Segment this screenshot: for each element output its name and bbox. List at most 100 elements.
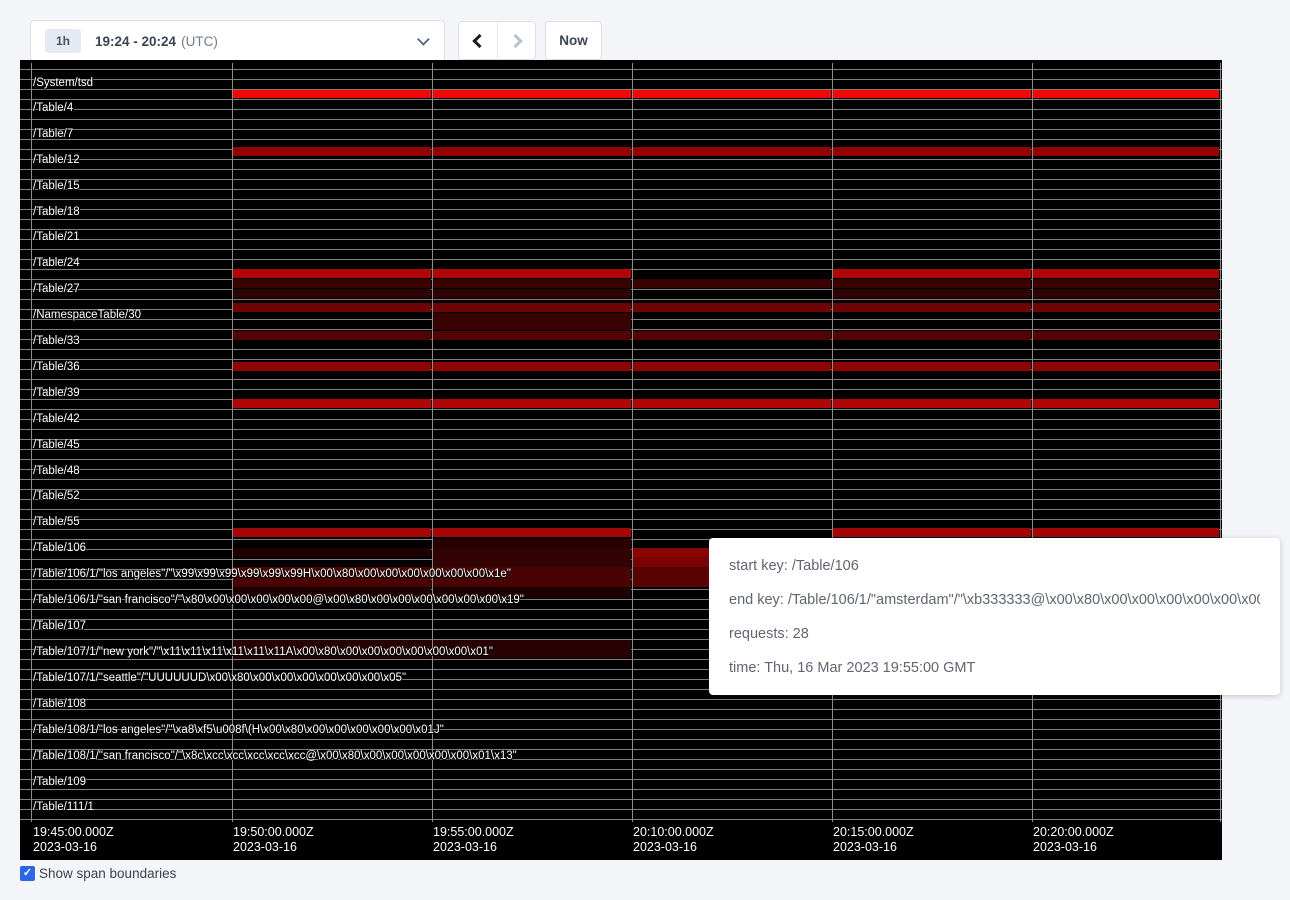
heat-band[interactable]: [833, 303, 1031, 312]
heat-band[interactable]: [433, 303, 631, 312]
toolbar: 1h 19:24 - 20:24 (UTC) Now: [0, 0, 1290, 60]
axis-tick-time: 19:45:00.000Z: [33, 825, 114, 840]
span-boundary-label: /Table/52: [33, 490, 80, 503]
span-boundary-label: /Table/107/1/"new york"/"\x11\x11\x11\x1…: [33, 646, 493, 659]
tooltip-start-key: start key: /Table/106: [729, 549, 1260, 583]
heat-band[interactable]: [233, 90, 431, 98]
axis-tick-date: 2023-03-16: [633, 840, 714, 855]
heat-band[interactable]: [1033, 528, 1219, 537]
span-boundary-label: /Table/106: [33, 542, 86, 555]
axis-tick: 19:50:00.000Z2023-03-16: [233, 825, 314, 855]
heat-band[interactable]: [833, 289, 1031, 298]
heat-band[interactable]: [633, 331, 831, 340]
span-boundary-label: /Table/111/1: [33, 801, 94, 814]
heat-band[interactable]: [233, 399, 431, 408]
heat-band[interactable]: [233, 289, 431, 298]
span-tooltip: start key: /Table/106 end key: /Table/10…: [709, 538, 1280, 695]
heat-band[interactable]: [233, 147, 431, 156]
span-boundary-label: /NamespaceTable/30: [33, 309, 141, 322]
heat-band[interactable]: [433, 528, 631, 537]
heat-band[interactable]: [833, 362, 1031, 371]
time-range-preset-badge: 1h: [45, 29, 81, 53]
heat-band[interactable]: [1033, 279, 1219, 288]
heat-band[interactable]: [433, 90, 631, 98]
time-range-dropdown[interactable]: 1h 19:24 - 20:24 (UTC): [30, 20, 445, 62]
heat-band[interactable]: [833, 528, 1031, 537]
heat-band[interactable]: [233, 548, 431, 557]
show-span-boundaries-checkbox[interactable]: ✓: [20, 866, 35, 881]
heat-band[interactable]: [433, 269, 631, 278]
heat-band[interactable]: [1033, 362, 1219, 371]
heat-band[interactable]: [1033, 147, 1219, 156]
heat-band[interactable]: [233, 279, 431, 288]
span-boundary-label: /Table/39: [33, 387, 80, 400]
span-boundary-label: /Table/48: [33, 465, 80, 478]
heat-band[interactable]: [833, 399, 1031, 408]
span-boundary-label: /Table/36: [33, 361, 80, 374]
span-boundary-label: /Table/106/1/"san francisco"/"\x80\x00\x…: [33, 594, 524, 607]
span-boundary-label: /Table/108/1/"los angeles"/"\xa8\xf5\u00…: [33, 724, 444, 737]
previous-window-button[interactable]: [459, 22, 497, 59]
tooltip-requests: requests: 28: [729, 617, 1260, 651]
span-boundary-label: /Table/7: [33, 128, 73, 141]
heat-band[interactable]: [1033, 289, 1219, 298]
span-boundary-label: /Table/15: [33, 180, 80, 193]
heat-band[interactable]: [1033, 269, 1219, 278]
span-boundary-label: /Table/27: [33, 283, 80, 296]
heat-band[interactable]: [433, 539, 631, 548]
now-button[interactable]: Now: [545, 21, 602, 60]
heat-band[interactable]: [433, 279, 631, 288]
heat-band[interactable]: [633, 279, 831, 288]
heat-band[interactable]: [1033, 331, 1219, 340]
next-window-button[interactable]: [497, 22, 535, 59]
heat-band[interactable]: [433, 289, 631, 298]
gridline: [1220, 63, 1221, 822]
time-range-zone: (UTC): [181, 34, 218, 49]
heat-band[interactable]: [233, 303, 431, 312]
heat-band[interactable]: [633, 362, 831, 371]
axis-tick: 19:55:00.000Z2023-03-16: [433, 825, 514, 855]
heat-band[interactable]: [433, 147, 631, 156]
heat-band[interactable]: [833, 269, 1031, 278]
heat-band[interactable]: [833, 147, 1031, 156]
heat-band[interactable]: [433, 548, 631, 557]
span-boundary-label: /System/tsd: [33, 77, 93, 90]
heat-band[interactable]: [633, 90, 831, 98]
heat-band[interactable]: [833, 90, 1031, 98]
span-boundary-label: /Table/106/1/"los angeles"/"\x99\x99\x99…: [33, 568, 511, 581]
time-window-nav: [458, 21, 536, 60]
heat-band[interactable]: [633, 303, 831, 312]
gridline: [1032, 63, 1033, 822]
heat-band[interactable]: [633, 147, 831, 156]
heat-band[interactable]: [833, 279, 1031, 288]
heat-band[interactable]: [833, 331, 1031, 340]
show-span-boundaries-label[interactable]: Show span boundaries: [39, 866, 176, 881]
heat-band[interactable]: [633, 399, 831, 408]
axis-tick-date: 2023-03-16: [233, 840, 314, 855]
axis-tick-date: 2023-03-16: [833, 840, 914, 855]
chevron-right-icon: [508, 33, 522, 47]
heat-band[interactable]: [433, 557, 631, 567]
span-boundary-label: /Table/42: [33, 413, 80, 426]
heat-band[interactable]: [1033, 399, 1219, 408]
heat-band[interactable]: [233, 269, 431, 278]
axis-tick-date: 2023-03-16: [1033, 840, 1114, 855]
key-visualizer-canvas[interactable]: /System/tsd/Table/4/Table/7/Table/12/Tab…: [20, 60, 1222, 860]
axis-tick-time: 19:50:00.000Z: [233, 825, 314, 840]
span-boundary-label: /Table/108/1/"san francisco"/"\x8c\xcc\x…: [33, 750, 517, 763]
span-boundary-label: /Table/55: [33, 516, 80, 529]
span-boundary-label: /Table/24: [33, 257, 80, 270]
axis-tick-time: 20:10:00.000Z: [633, 825, 714, 840]
heat-band[interactable]: [1033, 303, 1219, 312]
span-boundary-label: /Table/109: [33, 776, 86, 789]
heat-band[interactable]: [1033, 90, 1219, 98]
heat-band[interactable]: [433, 313, 631, 330]
axis-tick: 20:10:00.000Z2023-03-16: [633, 825, 714, 855]
span-boundary-label: /Table/45: [33, 439, 80, 452]
heat-band[interactable]: [433, 362, 631, 371]
heat-band[interactable]: [233, 528, 431, 537]
heat-band[interactable]: [233, 362, 431, 371]
heat-band[interactable]: [433, 331, 631, 340]
heat-band[interactable]: [233, 331, 431, 340]
heat-band[interactable]: [433, 399, 631, 408]
